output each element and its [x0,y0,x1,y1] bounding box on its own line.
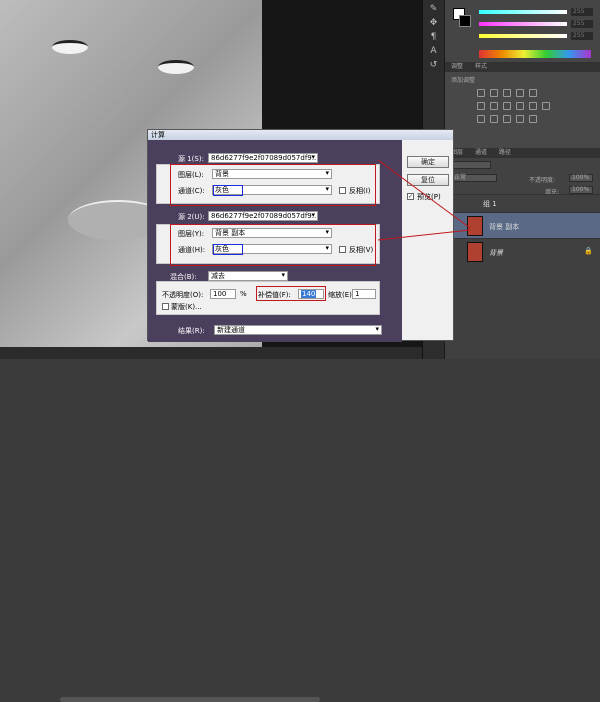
annotation-arrows [377,159,471,241]
arrow-source2 [377,229,471,241]
arrow-source1 [377,159,471,229]
horizontal-scrollbar-thumb[interactable] [60,697,320,702]
